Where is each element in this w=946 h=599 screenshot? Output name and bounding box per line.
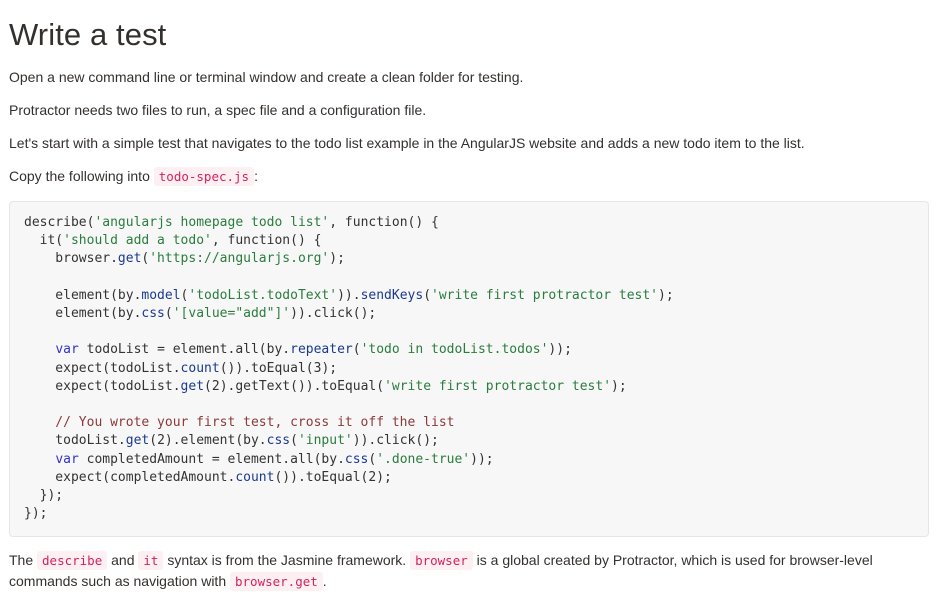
paragraph-intro: Open a new command line or terminal wind…	[9, 67, 937, 87]
code-token: , function() {	[329, 215, 439, 230]
code-token: );	[376, 470, 392, 485]
copy-instruction-text: Copy the following into	[9, 168, 150, 184]
code-token: (	[423, 288, 431, 303]
code-token: 2	[212, 379, 220, 394]
jasmine-note-seg1: The	[9, 552, 33, 568]
code-token: );	[329, 251, 345, 266]
code-token: )).click();	[353, 433, 439, 448]
code-token: css	[345, 452, 368, 467]
code-token: });	[24, 506, 47, 521]
code-token: expect(completedAmount.	[24, 470, 235, 485]
code-token: element(by.	[24, 306, 141, 321]
article-body: Write a test Open a new command line or …	[0, 16, 946, 592]
code-token: element(by.	[24, 288, 141, 303]
code-token: (	[204, 379, 212, 394]
code-token: )).	[337, 288, 360, 303]
code-token: (	[165, 306, 173, 321]
code-token: 'todo in todoList.todos'	[361, 342, 549, 357]
code-token: '[value="add"]'	[173, 306, 290, 321]
code-token: completedAmount = element.all(by.	[79, 452, 345, 467]
code-token: it(	[24, 233, 63, 248]
jasmine-note-seg3: syntax is from the Jasmine framework.	[167, 552, 406, 568]
code-token: expect(todoList.	[24, 379, 181, 394]
code-token: (	[290, 433, 298, 448]
code-token: 'input'	[298, 433, 353, 448]
code-token: ).element(by.	[165, 433, 267, 448]
code-token: todoList.	[24, 433, 126, 448]
inline-code-browser-get: browser.get	[230, 572, 323, 591]
inline-code-todo-spec-js: todo-spec.js	[154, 167, 254, 186]
code-token: get	[118, 251, 141, 266]
page-title: Write a test	[9, 16, 937, 54]
code-token: );	[321, 361, 337, 376]
code-token: model	[141, 288, 180, 303]
code-token: repeater	[290, 342, 353, 357]
inline-code-it: it	[138, 551, 163, 570]
code-token: ));	[548, 342, 571, 357]
code-token	[24, 342, 55, 357]
inline-code-browser: browser	[410, 551, 473, 570]
code-token: );	[658, 288, 674, 303]
code-token: var	[55, 342, 78, 357]
code-token: css	[141, 306, 164, 321]
code-token: });	[24, 488, 63, 503]
code-token: ).getText()).toEqual(	[220, 379, 384, 394]
code-token: count	[181, 361, 220, 376]
code-token: get	[181, 379, 204, 394]
code-token: ));	[470, 452, 493, 467]
code-token: (	[149, 433, 157, 448]
code-token: 'should add a todo'	[63, 233, 212, 248]
code-token: 2	[157, 433, 165, 448]
code-token: ()).toEqual(	[274, 470, 368, 485]
code-token: 'write first protractor test'	[431, 288, 658, 303]
code-token: (	[353, 342, 361, 357]
code-token: );	[611, 379, 627, 394]
code-token: )).click();	[290, 306, 376, 321]
paragraph-copy-instruction: Copy the following into todo-spec.js:	[9, 166, 937, 187]
code-token: css	[267, 433, 290, 448]
code-token: get	[126, 433, 149, 448]
jasmine-note-seg5: .	[323, 573, 327, 589]
code-token: sendKeys	[361, 288, 424, 303]
code-token: todoList = element.all(by.	[79, 342, 290, 357]
code-token: browser.	[24, 251, 118, 266]
code-token: 'angularjs homepage todo list'	[94, 215, 329, 230]
jasmine-note-seg2: and	[111, 552, 134, 568]
paragraph-jasmine-note: The describe and it syntax is from the J…	[9, 550, 937, 592]
code-token	[24, 452, 55, 467]
code-token: , function() {	[212, 233, 322, 248]
code-token: count	[235, 470, 274, 485]
inline-code-describe: describe	[37, 551, 107, 570]
code-token: var	[55, 452, 78, 467]
paragraph-files: Protractor needs two files to run, a spe…	[9, 100, 937, 120]
code-block[interactable]: describe('angularjs homepage todo list',…	[9, 201, 929, 537]
copy-instruction-colon: :	[254, 168, 258, 184]
code-token: '.done-true'	[376, 452, 470, 467]
code-token: 'todoList.todoText'	[188, 288, 337, 303]
code-content: describe('angularjs homepage todo list',…	[24, 214, 914, 523]
code-token: // You wrote your first test, cross it o…	[24, 415, 454, 430]
code-token: expect(todoList.	[24, 361, 181, 376]
code-token: describe(	[24, 215, 94, 230]
code-token: 'write first protractor test'	[384, 379, 611, 394]
code-token: ()).toEqual(	[220, 361, 314, 376]
code-token: 'https://angularjs.org'	[149, 251, 329, 266]
paragraph-example: Let's start with a simple test that navi…	[9, 133, 937, 153]
